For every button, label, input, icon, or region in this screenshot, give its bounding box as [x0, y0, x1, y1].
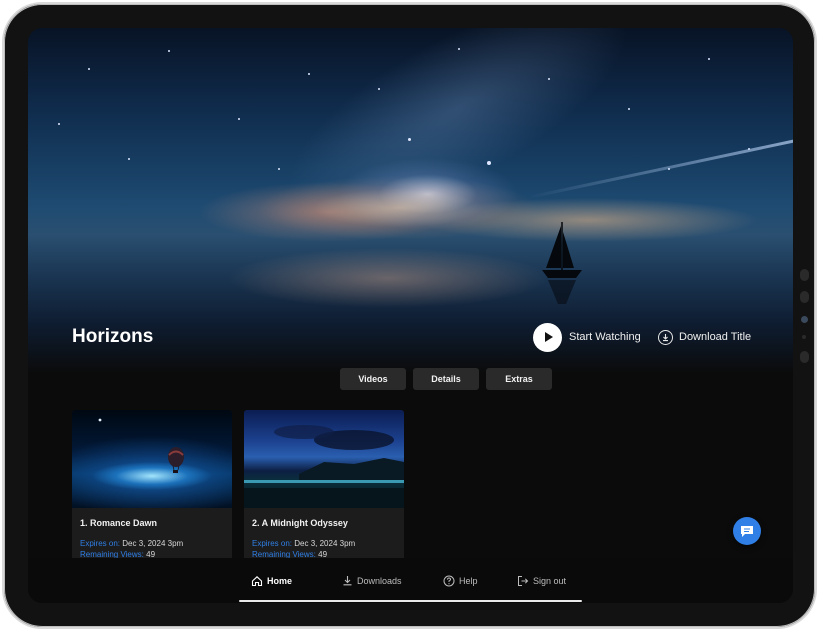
chat-icon: [741, 525, 753, 537]
page-title: Horizons: [72, 326, 154, 347]
sensor-dot: [802, 335, 806, 339]
home-icon: [251, 576, 263, 587]
video-title: 2. A Midnight Odyssey: [252, 518, 348, 528]
video-thumbnail: [244, 410, 404, 508]
side-button: [800, 351, 809, 363]
tab-details[interactable]: Details: [413, 368, 479, 390]
download-arrow-icon: [343, 576, 352, 586]
camera-dot: [801, 316, 808, 323]
nav-sign-out-label: Sign out: [533, 576, 567, 586]
help-icon: [443, 575, 455, 587]
milky-way: [257, 28, 659, 260]
nav-home-label: Home: [267, 576, 293, 586]
nav-help[interactable]: Help: [443, 575, 478, 587]
sign-out-icon: [518, 576, 529, 586]
expires-value: Dec 3, 2024 3pm: [122, 539, 184, 548]
start-watching-label: Start Watching: [569, 331, 641, 343]
content-tabs: Videos Details Extras: [340, 368, 552, 390]
expires-label: Expires on:: [252, 539, 293, 548]
video-title: 1. Romance Dawn: [80, 518, 158, 528]
download-icon: [658, 329, 673, 345]
side-button: [800, 291, 809, 303]
nav-help-label: Help: [459, 576, 478, 586]
video-card[interactable]: 2. A Midnight Odyssey Expires on: Dec 3,…: [244, 410, 404, 580]
light-beam: [527, 137, 793, 199]
expires-label: Expires on:: [80, 539, 121, 548]
expires-value: Dec 3, 2024 3pm: [294, 539, 356, 548]
download-title-label: Download Title: [679, 331, 752, 343]
nav-downloads[interactable]: Downloads: [342, 575, 402, 586]
chat-button[interactable]: [733, 517, 761, 545]
hero-image: [28, 28, 793, 373]
start-watching-button[interactable]: Start Watching: [533, 322, 641, 352]
nav-sign-out[interactable]: Sign out: [517, 575, 566, 587]
video-thumbnail: [72, 410, 232, 508]
tab-videos[interactable]: Videos: [340, 368, 406, 390]
side-button: [800, 269, 809, 281]
download-title-button[interactable]: Download Title: [658, 327, 751, 347]
nav-downloads-label: Downloads: [357, 575, 402, 586]
home-indicator[interactable]: [239, 600, 582, 602]
tab-extras[interactable]: Extras: [486, 368, 552, 390]
video-card[interactable]: 1. Romance Dawn Expires on: Dec 3, 2024 …: [72, 410, 232, 580]
app-screen: Horizons Start Watching Download Title V…: [28, 28, 793, 603]
sailboat-silhouette: [542, 222, 582, 304]
nav-home[interactable]: Home: [251, 575, 292, 587]
play-icon: [533, 322, 562, 352]
bottom-navigation: Home Downloads Help Sign out: [28, 558, 793, 603]
